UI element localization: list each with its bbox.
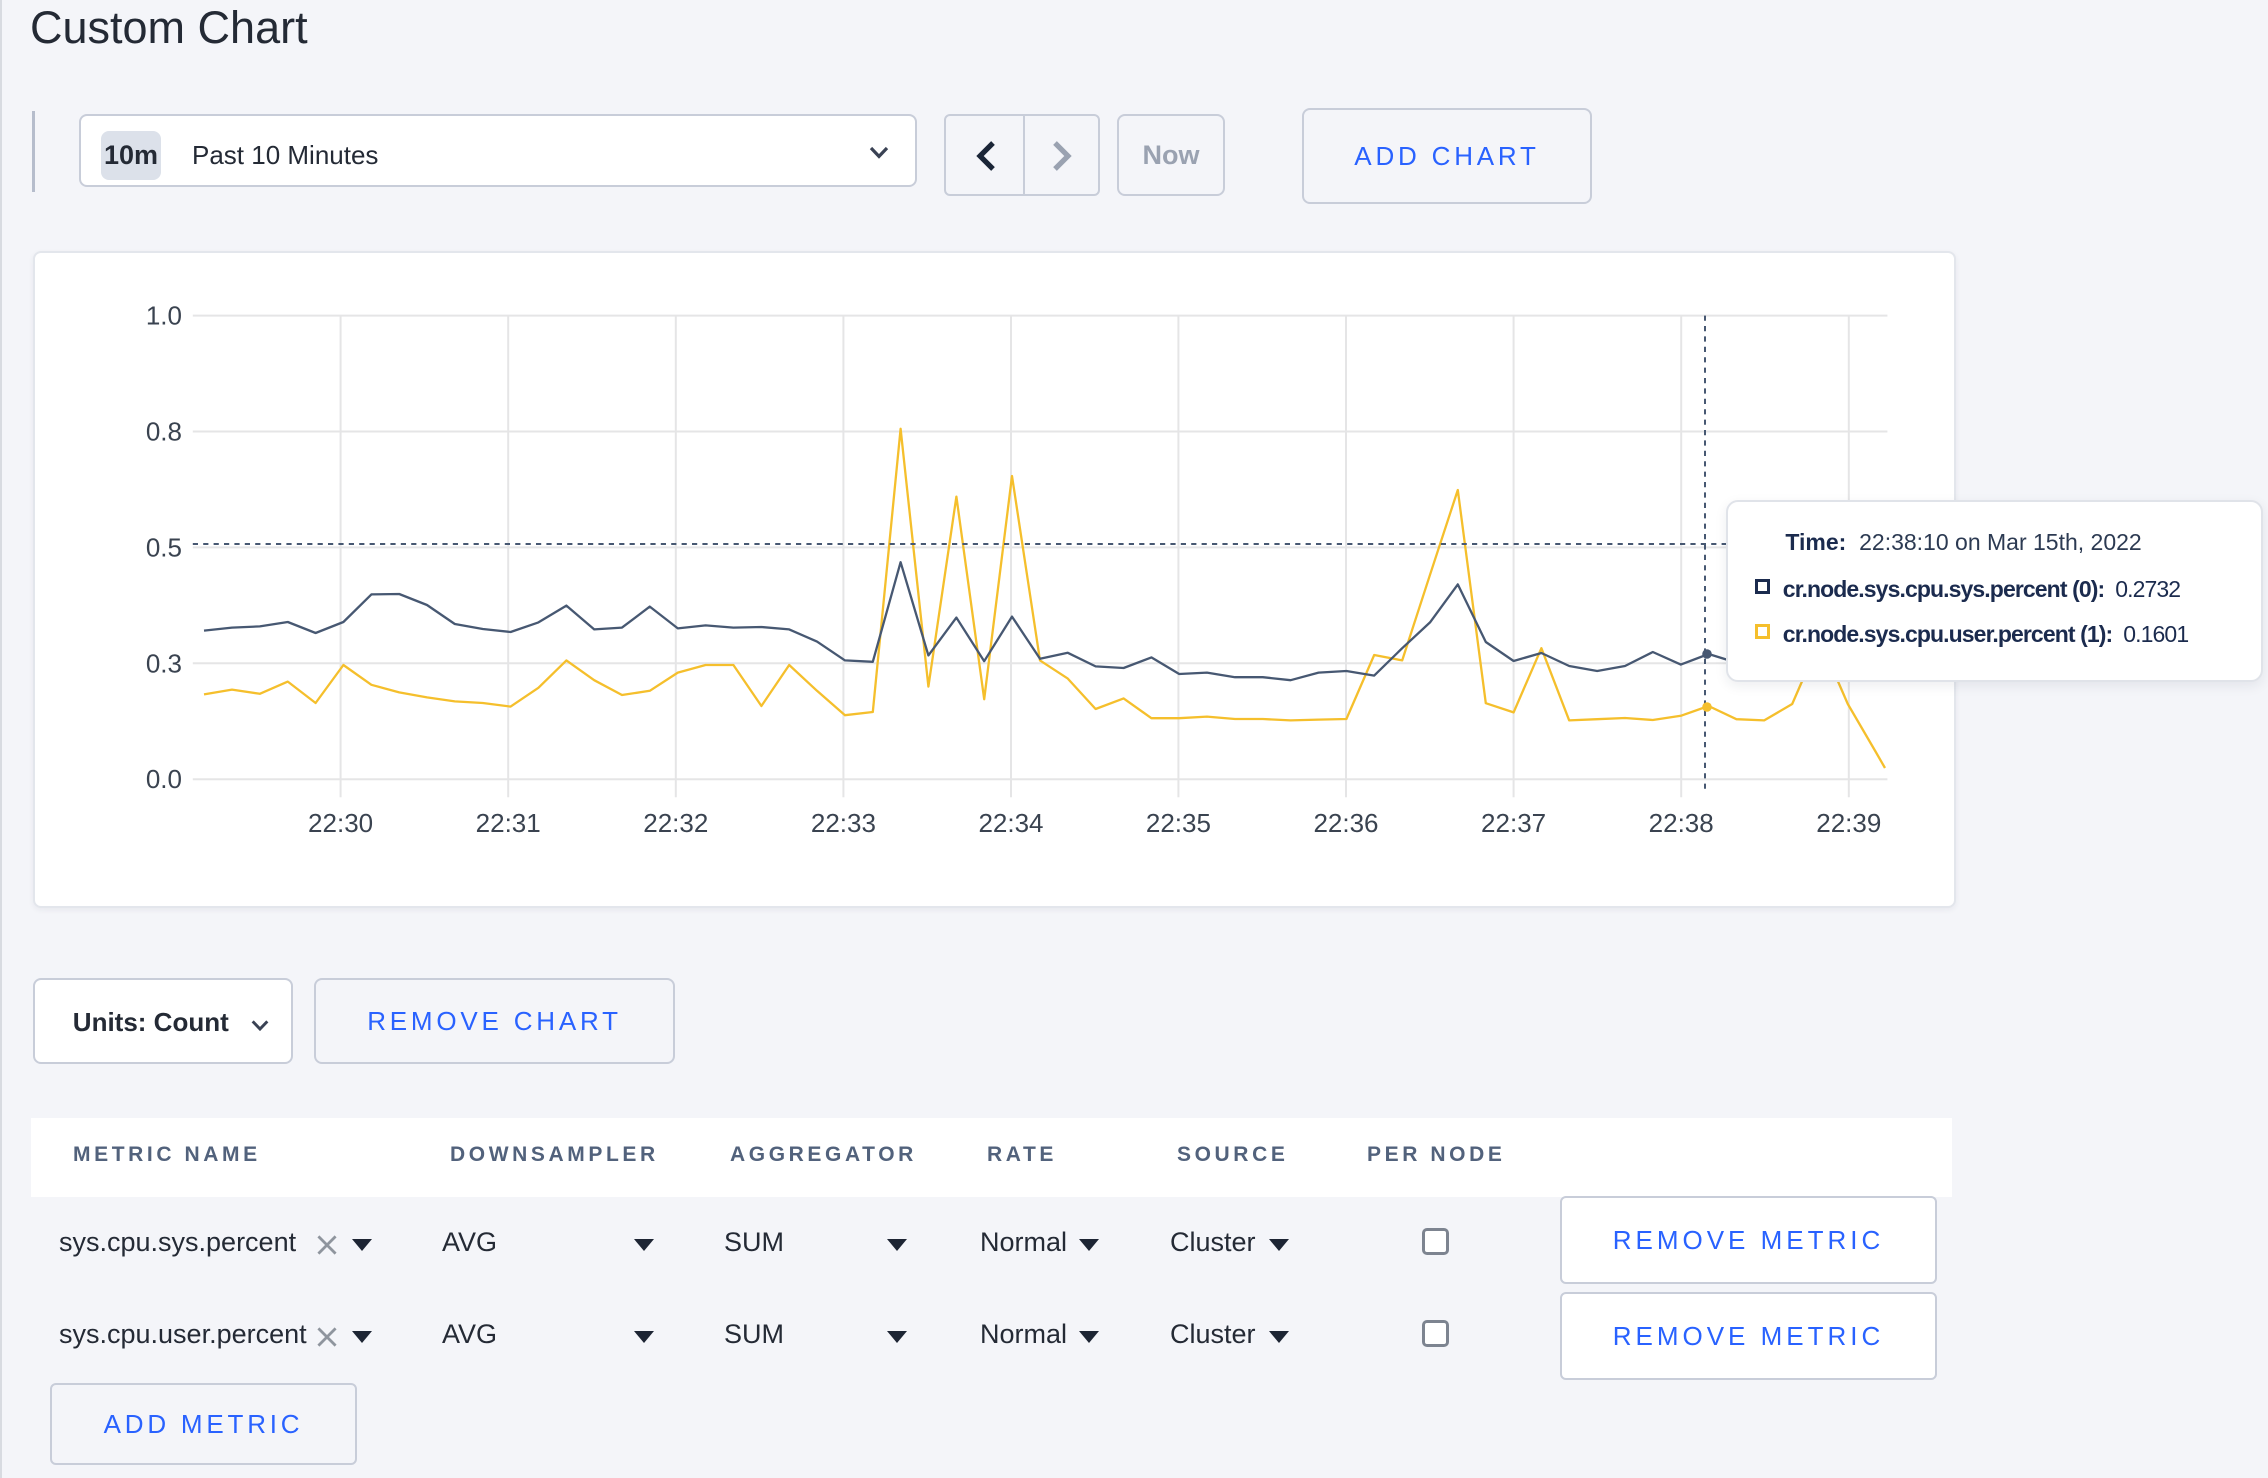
svg-text:0.0: 0.0 (146, 764, 182, 794)
svg-text:22:32: 22:32 (643, 808, 708, 838)
svg-text:22:38: 22:38 (1649, 808, 1714, 838)
svg-text:22:33: 22:33 (811, 808, 876, 838)
svg-text:0.3: 0.3 (146, 648, 182, 678)
svg-text:0.8: 0.8 (146, 417, 182, 447)
svg-text:22:30: 22:30 (308, 808, 373, 838)
svg-text:22:31: 22:31 (476, 808, 541, 838)
svg-text:22:37: 22:37 (1481, 808, 1546, 838)
svg-text:22:39: 22:39 (1816, 808, 1881, 838)
svg-text:22:35: 22:35 (1146, 808, 1211, 838)
svg-text:0.5: 0.5 (146, 532, 182, 562)
svg-text:1.0: 1.0 (146, 301, 182, 331)
svg-text:22:36: 22:36 (1313, 808, 1378, 838)
svg-text:22:34: 22:34 (978, 808, 1043, 838)
